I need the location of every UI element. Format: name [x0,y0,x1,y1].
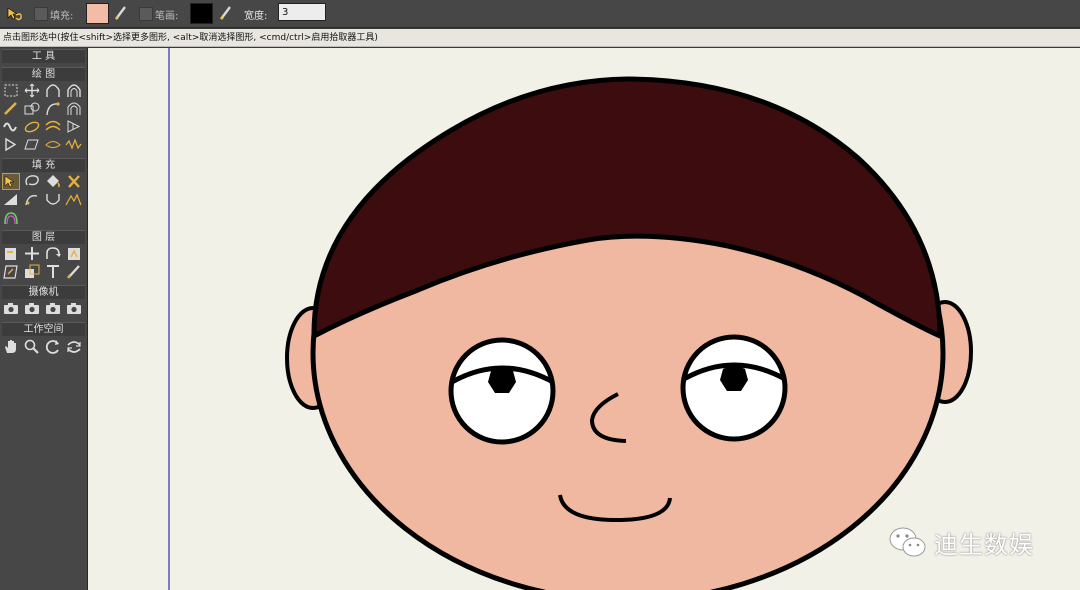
paint-bucket-icon[interactable] [44,173,62,190]
add-icon[interactable] [23,245,41,262]
camera-icon-2[interactable] [23,300,41,317]
watermark: 迪生数娱 [888,522,1034,562]
layer-lock-icon[interactable] [65,245,83,262]
gradient-wedge-icon[interactable] [2,191,20,208]
ellipse-tilt-icon[interactable] [23,118,41,135]
zigzag-icon[interactable] [65,136,83,153]
double-arch-icon[interactable] [65,100,83,117]
stroke-eyedropper-icon[interactable] [218,4,234,22]
layer-edit-icon[interactable] [2,263,20,280]
text-tool-icon[interactable] [44,263,62,280]
stroke-label: 笔画: [155,11,179,22]
rainbow-arc-icon[interactable] [2,209,20,226]
select-tool-icon[interactable] [6,6,24,22]
reset-view-icon[interactable] [65,338,83,355]
pencil-icon[interactable] [2,100,20,117]
section-fill: 填 充 [2,158,85,172]
fill-enable-checkbox[interactable] [34,7,48,21]
watermark-text: 迪生数娱 [934,530,1034,559]
move-icon[interactable] [23,82,41,99]
select-shape-icon[interactable] [2,173,20,190]
width-label: 宽度: [244,11,268,22]
camera-icon-3[interactable] [44,300,62,317]
tool-panel: 工 具 绘 图 填 充 图 层 摄像机 工作空间 [0,48,88,590]
u-curve-icon[interactable] [44,191,62,208]
fill-color-swatch[interactable] [86,3,109,24]
double-wave-icon[interactable] [44,118,62,135]
fill-eyedropper-icon[interactable] [113,4,129,22]
section-draw: 绘 图 [2,67,85,81]
layer-copy-icon[interactable] [23,263,41,280]
hand-pan-icon[interactable] [2,338,20,355]
stroke-width-input[interactable]: 3 [278,3,326,21]
zoom-icon[interactable] [23,338,41,355]
wave-icon[interactable] [2,118,20,135]
arc-icon[interactable] [44,82,62,99]
triangle-split-icon[interactable] [65,118,83,135]
tools-title: 工 具 [2,49,85,63]
section-workspace: 工作空间 [2,322,85,336]
hint-bar: 点击图形选中(按住<shift>选择更多图形, <alt>取消选择图形, <cm… [0,29,1080,47]
brush-icon[interactable] [65,263,83,280]
curve-node-icon[interactable] [23,191,41,208]
section-layer: 图 层 [2,230,85,244]
mountain-icon[interactable] [65,191,83,208]
section-camera: 摄像机 [2,285,85,299]
shapes-icon[interactable] [23,100,41,117]
lens-icon[interactable] [44,136,62,153]
options-bar: 填充: 笔画: 宽度: 3 [0,0,1080,28]
rotate-arrow-icon[interactable] [44,245,62,262]
rect-select-icon[interactable] [2,82,20,99]
drawing-canvas[interactable]: 迪生数娱 [88,48,1080,590]
camera-icon-1[interactable] [2,300,20,317]
stroke-color-swatch[interactable] [190,3,213,24]
wechat-icon [889,527,926,557]
parallelogram-icon[interactable] [23,136,41,153]
arch-icon[interactable] [65,82,83,99]
layer-new-icon[interactable] [2,245,20,262]
camera-icon-4[interactable] [65,300,83,317]
lasso-icon[interactable] [23,173,41,190]
stroke-enable-checkbox[interactable] [139,7,153,21]
cross-delete-icon[interactable] [65,173,83,190]
play-shape-icon[interactable] [2,136,20,153]
rotate-view-icon[interactable] [44,338,62,355]
fill-label: 填充: [50,11,74,22]
cartoon-face-drawing[interactable] [88,48,1080,590]
curve-edit-icon[interactable] [44,100,62,117]
